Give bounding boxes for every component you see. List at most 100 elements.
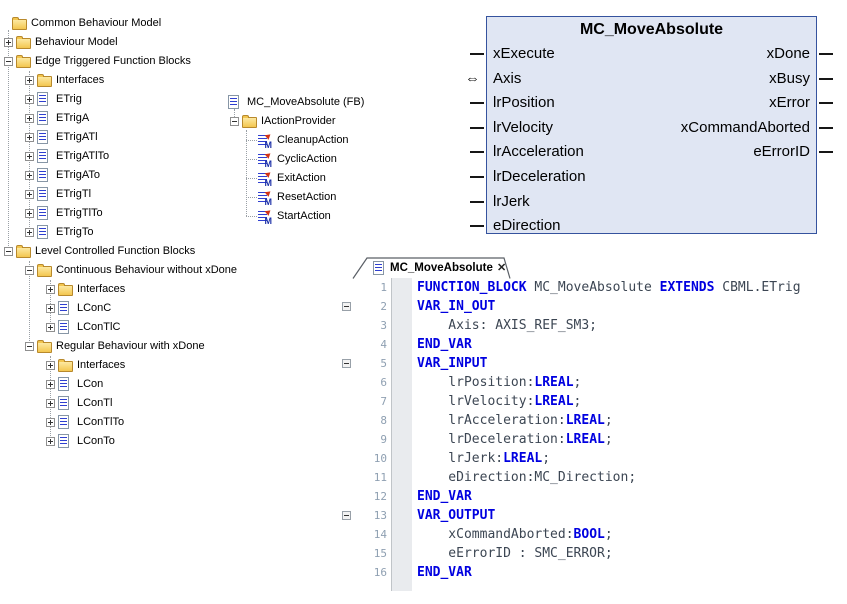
tree-item-behaviour-model[interactable]: Behaviour Model <box>0 33 340 52</box>
tree-guide-stub <box>246 159 257 160</box>
line-number <box>353 582 392 591</box>
code-segment: eDirection:MC_Direction; <box>417 470 636 485</box>
code-segment: END_VAR <box>417 489 472 504</box>
folder-icon <box>37 342 52 353</box>
collapse-minus-icon[interactable] <box>25 266 34 275</box>
pou-icon <box>37 168 48 182</box>
line-number: 2 <box>353 297 392 316</box>
line-number: 3 <box>353 316 392 335</box>
expand-plus-icon[interactable] <box>25 133 34 142</box>
fold-collapse-icon[interactable] <box>342 302 351 311</box>
expand-plus-icon[interactable] <box>46 361 55 370</box>
expand-plus-icon[interactable] <box>46 437 55 446</box>
expand-plus-icon[interactable] <box>25 171 34 180</box>
folder-icon <box>58 285 73 296</box>
tree-item-lcontlto[interactable]: LConTlTo <box>0 413 340 432</box>
method-arrow-icon <box>265 189 273 197</box>
fold-collapse-icon[interactable] <box>342 359 351 368</box>
expand-plus-icon[interactable] <box>46 399 55 408</box>
tree-item-label: Edge Triggered Function Blocks <box>35 52 191 71</box>
pin-line <box>470 102 484 104</box>
code-text: END_VAR <box>412 487 472 506</box>
line-number: 5 <box>353 354 392 373</box>
code-segment: END_VAR <box>417 337 472 352</box>
expand-plus-icon[interactable] <box>25 152 34 161</box>
code-text: eDirection:MC_Direction; <box>412 468 636 487</box>
line-number: 10 <box>353 449 392 468</box>
breakpoint-margin <box>392 373 412 392</box>
fb-pin-label: lrJerk <box>493 193 530 210</box>
code-line: 9 lrDeceleration:LREAL; <box>340 430 847 449</box>
expand-plus-icon[interactable] <box>46 380 55 389</box>
pou-icon <box>58 434 69 448</box>
code-line-filler <box>340 582 847 591</box>
expand-plus-icon[interactable] <box>25 190 34 199</box>
expand-plus-icon[interactable] <box>4 38 13 47</box>
tree-item-label: LConTlC <box>77 318 120 337</box>
expand-plus-icon[interactable] <box>25 76 34 85</box>
expand-plus-icon[interactable] <box>25 209 34 218</box>
tree-item-interfaces[interactable]: Interfaces <box>0 356 340 375</box>
method-icon: M <box>258 190 272 205</box>
tree-item-lcon[interactable]: LCon <box>0 375 340 394</box>
tree-item-label: CyclicAction <box>277 150 337 169</box>
expand-plus-icon[interactable] <box>25 114 34 123</box>
code-text: lrDeceleration:LREAL; <box>412 430 613 449</box>
tree-item-common-behaviour-model[interactable]: Common Behaviour Model <box>0 14 340 33</box>
fold-margin <box>340 354 353 373</box>
expand-plus-icon[interactable] <box>46 323 55 332</box>
collapse-minus-icon[interactable] <box>4 57 13 66</box>
method-arrow-icon <box>265 132 273 140</box>
expand-plus-icon[interactable] <box>46 304 55 313</box>
editor-tab[interactable]: MC_MoveAbsolute <box>390 258 493 278</box>
tree-item-label: ResetAction <box>277 188 336 207</box>
tree-item-lcontl[interactable]: LConTl <box>0 394 340 413</box>
expand-plus-icon[interactable] <box>25 228 34 237</box>
code-line: 7 lrVelocity:LREAL; <box>340 392 847 411</box>
collapse-minus-icon[interactable] <box>25 342 34 351</box>
fold-collapse-icon[interactable] <box>342 511 351 520</box>
code-line: 6 lrPosition:LREAL; <box>340 373 847 392</box>
tree-item-continuous-behaviour-without-xdone[interactable]: Continuous Behaviour without xDone <box>0 261 340 280</box>
breakpoint-margin <box>392 525 412 544</box>
tree-item-lcontlc[interactable]: LConTlC <box>0 318 340 337</box>
tree-item-lconc[interactable]: LConC <box>0 299 340 318</box>
expand-plus-icon[interactable] <box>46 285 55 294</box>
fb-pin-label: xCommandAborted <box>681 119 810 136</box>
fold-margin <box>340 582 353 591</box>
pin-line <box>819 78 833 80</box>
tree-item-interfaces[interactable]: Interfaces <box>0 280 340 299</box>
fb-diagram-block: MC_MoveAbsolute xExecute⇔AxislrPositionl… <box>486 16 817 234</box>
pou-icon <box>37 225 48 239</box>
tree-item-lconto[interactable]: LConTo <box>0 432 340 451</box>
code-segment: xCommandAborted: <box>417 527 574 542</box>
tree-guide-stub <box>246 140 257 141</box>
tab-close-icon[interactable]: ✕ <box>497 258 506 278</box>
pou-icon <box>228 95 239 109</box>
fb-title: MC_MoveAbsolute <box>487 21 816 39</box>
line-number: 7 <box>353 392 392 411</box>
tree-item-label: Interfaces <box>77 280 125 299</box>
code-text: VAR_OUTPUT <box>412 506 495 525</box>
tree-item-regular-behaviour-with-xdone[interactable]: Regular Behaviour with xDone <box>0 337 340 356</box>
tree-item-label: ETrigATl <box>56 128 98 147</box>
expand-plus-icon[interactable] <box>25 95 34 104</box>
code-line: 11 eDirection:MC_Direction; <box>340 468 847 487</box>
tree-item-label: LConC <box>77 299 111 318</box>
code-editor[interactable]: 1FUNCTION_BLOCK MC_MoveAbsolute EXTENDS … <box>340 278 847 591</box>
collapse-minus-icon[interactable] <box>230 117 239 126</box>
code-segment: ; <box>542 451 550 466</box>
tree-item-label: Common Behaviour Model <box>31 14 161 33</box>
expand-plus-icon[interactable] <box>46 418 55 427</box>
tree-item-interfaces[interactable]: Interfaces <box>0 71 340 90</box>
collapse-minus-icon[interactable] <box>4 247 13 256</box>
pou-icon <box>58 377 69 391</box>
breakpoint-margin <box>392 544 412 563</box>
method-m-glyph: M <box>265 179 273 188</box>
line-number: 14 <box>353 525 392 544</box>
tree-item-level-controlled-function-blocks[interactable]: Level Controlled Function Blocks <box>0 242 340 261</box>
tree-item-label: ETrigA <box>56 109 89 128</box>
tree-item-edge-triggered-function-blocks[interactable]: Edge Triggered Function Blocks <box>0 52 340 71</box>
tree-item-label: LConTlTo <box>77 413 124 432</box>
code-text: xCommandAborted:BOOL; <box>412 525 613 544</box>
